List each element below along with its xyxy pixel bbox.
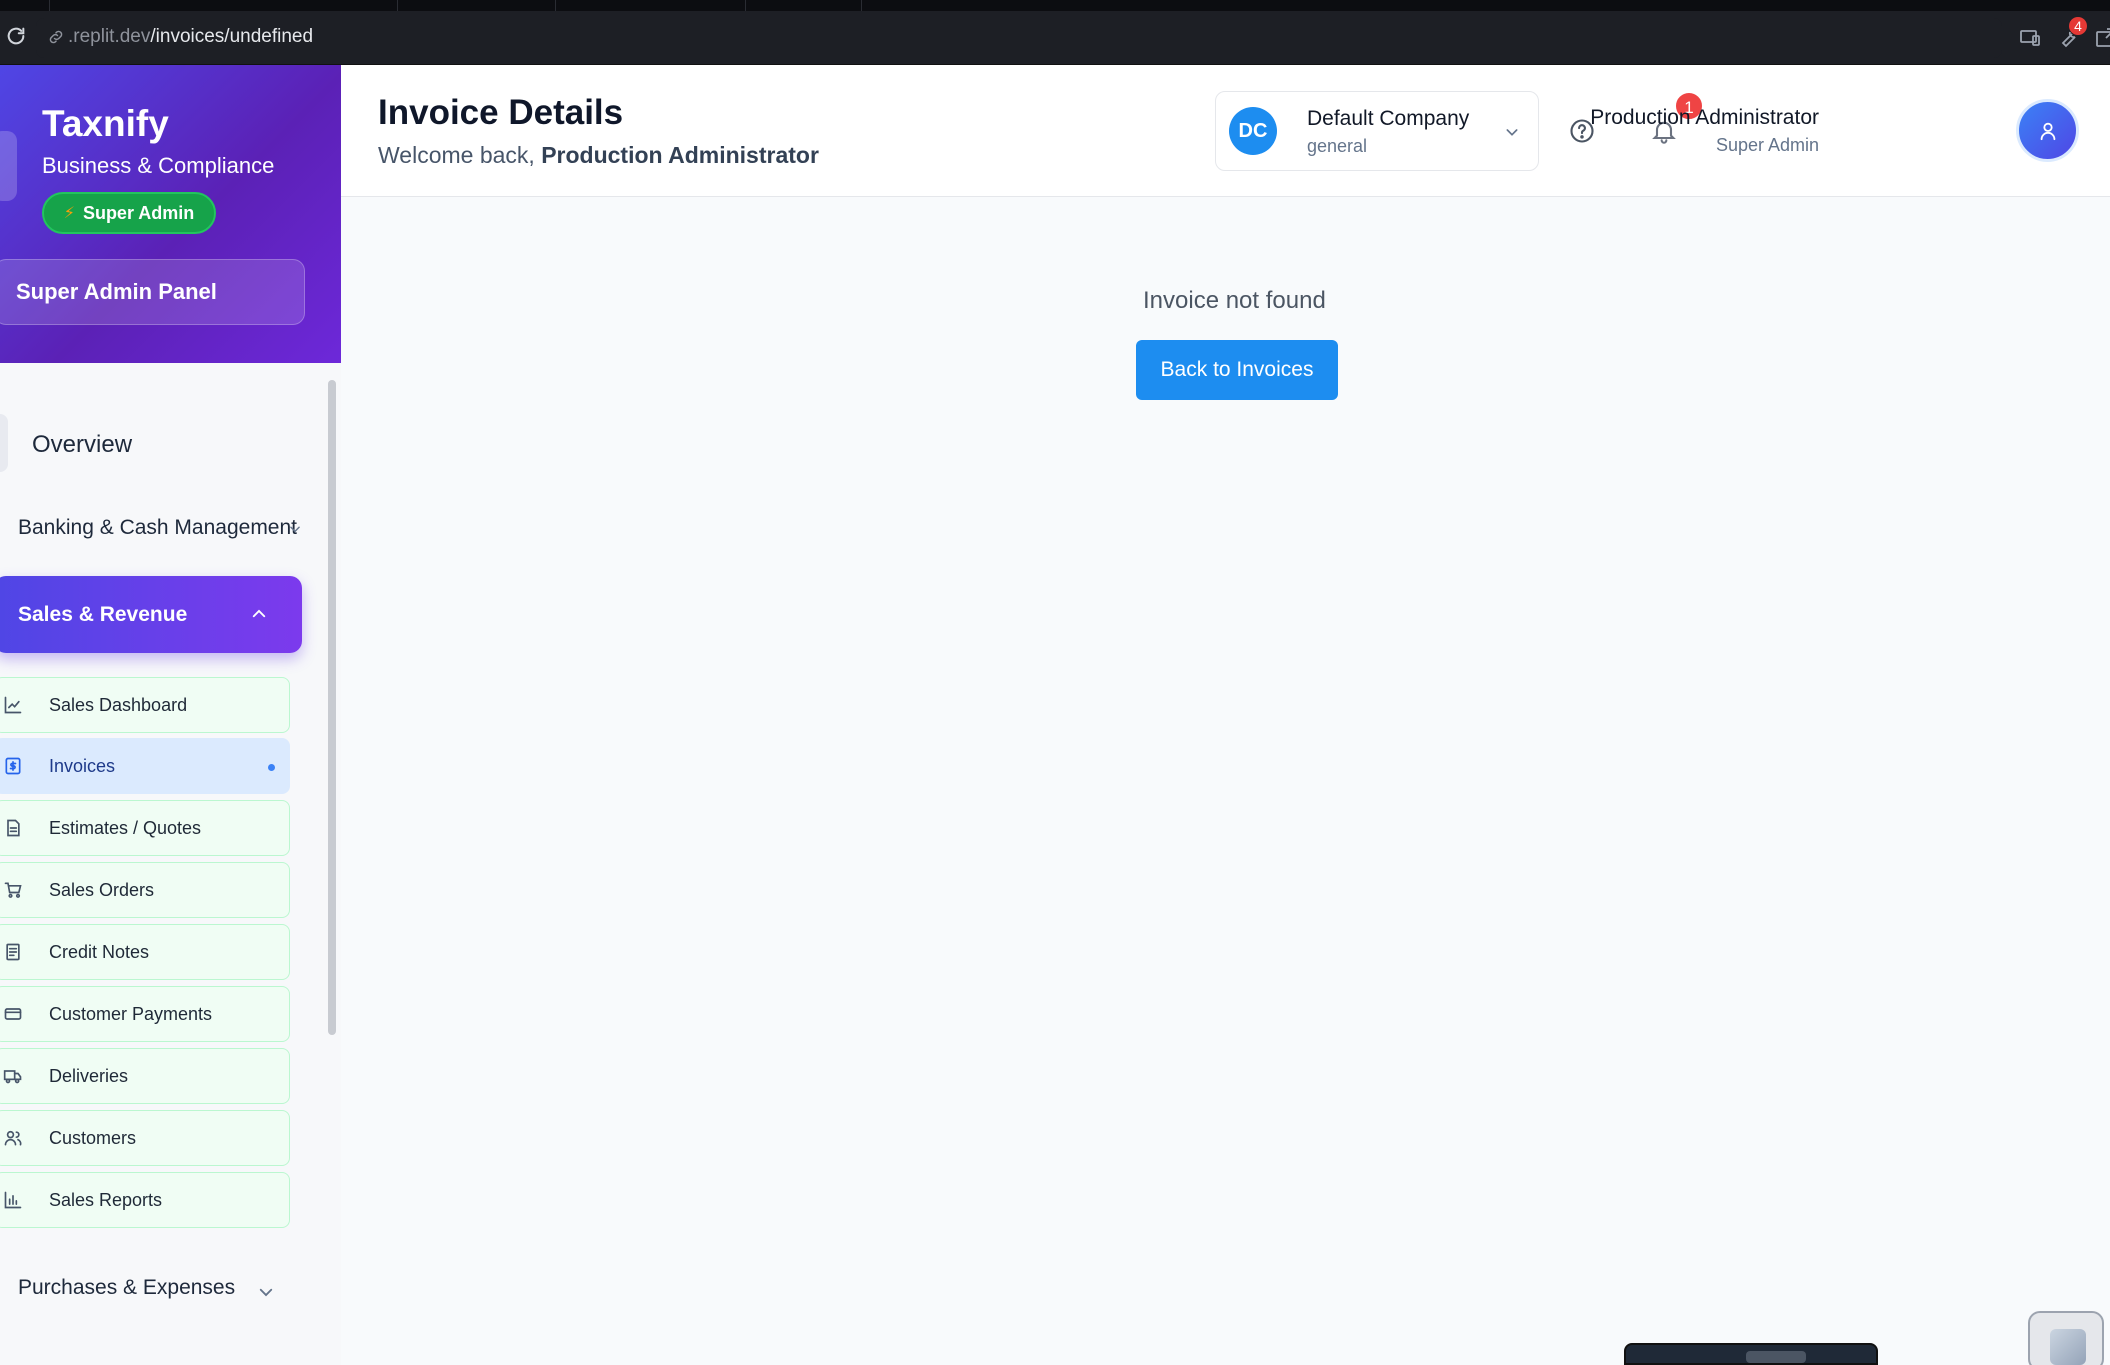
back-to-invoices-button[interactable]: Back to Invoices xyxy=(1136,340,1338,400)
super-admin-badge-label: Super Admin xyxy=(82,202,195,223)
url-text[interactable]: .replit.dev/invoices/undefined xyxy=(68,26,313,48)
floating-widget-button[interactable] xyxy=(2028,1311,2104,1365)
user-name: Production Administrator xyxy=(1590,106,1819,129)
brand-title: Taxnify xyxy=(42,103,169,144)
credit-card-icon xyxy=(4,1008,22,1020)
sidebar-scrollbar[interactable] xyxy=(328,380,336,1035)
sidebar-item-label: Customer Payments xyxy=(49,1004,213,1024)
widget-icon xyxy=(2050,1329,2086,1365)
super-admin-panel-button[interactable]: Super Admin Panel xyxy=(0,259,305,325)
not-found-message: Invoice not found xyxy=(1143,287,1326,314)
user-role: Super Admin xyxy=(1715,135,1819,155)
app-root: .replit.dev/invoices/undefined 4 Taxnify… xyxy=(0,0,2110,1365)
user-icon xyxy=(2040,122,2056,141)
company-selector[interactable]: DC Default Company general xyxy=(1215,91,1539,171)
sidebar-item-label: Estimates / Quotes xyxy=(49,818,202,838)
document-icon xyxy=(7,819,20,837)
devices-icon[interactable] xyxy=(2018,26,2042,50)
nav-sales-revenue[interactable]: Sales & Revenue xyxy=(0,576,302,653)
truck-icon xyxy=(3,1070,22,1084)
sidebar-item-label: Sales Dashboard xyxy=(49,695,188,715)
company-avatar: DC xyxy=(1229,107,1277,155)
users-icon xyxy=(4,1130,22,1146)
invoice-dollar-icon xyxy=(5,757,21,775)
sidebar-item-label: Sales Reports xyxy=(49,1190,163,1210)
brand-header: Taxnify Business & Compliance ⚡ Super Ad… xyxy=(0,65,341,363)
sidebar-item-sales-dashboard[interactable]: Sales Dashboard xyxy=(0,677,290,733)
browser-tab-strip xyxy=(0,0,2110,11)
brand-edge-tab[interactable] xyxy=(0,131,17,201)
chevron-down-icon xyxy=(290,526,300,533)
chevron-down-icon xyxy=(259,1288,273,1297)
floating-toolbar[interactable] xyxy=(1624,1343,1878,1365)
browser-tab[interactable] xyxy=(0,0,50,11)
browser-tab[interactable] xyxy=(556,0,746,11)
sidebar-item-label: Invoices xyxy=(49,756,116,776)
sidebar-item-credit-notes[interactable]: Credit Notes xyxy=(0,924,290,980)
browser-tab[interactable] xyxy=(746,0,862,11)
company-type: general xyxy=(1307,136,1368,156)
sidebar-item-customer-payments[interactable]: Customer Payments xyxy=(0,986,290,1042)
sidebar-item-deliveries[interactable]: Deliveries xyxy=(0,1048,290,1104)
url-domain: .replit.dev xyxy=(68,26,151,47)
welcome-prefix: Welcome back, xyxy=(378,142,535,168)
sidebar-item-label: Customers xyxy=(49,1128,137,1148)
chevron-down-icon xyxy=(1506,129,1518,136)
sidebar-item-label: Sales Orders xyxy=(49,880,155,900)
brand-subtitle: Business & Compliance xyxy=(42,153,275,178)
nav-banking[interactable]: Banking & Cash Management xyxy=(18,516,300,540)
page-title: Invoice Details xyxy=(378,93,624,132)
company-name: Default Company xyxy=(1307,107,1470,130)
chevron-up-icon xyxy=(252,609,266,618)
external-link-icon[interactable] xyxy=(2094,26,2110,50)
browser-tab[interactable] xyxy=(398,0,556,11)
bolt-icon: ⚡ xyxy=(63,205,75,222)
sidebar: Taxnify Business & Compliance ⚡ Super Ad… xyxy=(0,65,341,1365)
reload-icon[interactable] xyxy=(5,25,27,47)
nav-banking-label: Banking & Cash Management xyxy=(18,516,297,539)
nav-overview[interactable]: Overview xyxy=(32,431,132,459)
bar-chart-icon xyxy=(4,1191,22,1209)
active-dot xyxy=(268,764,275,771)
top-header: Invoice Details Welcome back, Production… xyxy=(341,65,2110,197)
sidebar-item-label: Credit Notes xyxy=(49,942,150,962)
super-admin-badge: ⚡ Super Admin xyxy=(42,192,216,234)
browser-url-bar: .replit.dev/invoices/undefined 4 xyxy=(0,11,2110,65)
toolbar-handle[interactable] xyxy=(1746,1351,1806,1363)
sidebar-item-sales-orders[interactable]: Sales Orders xyxy=(0,862,290,918)
link-icon xyxy=(49,30,63,44)
sidebar-item-invoices[interactable]: Invoices xyxy=(0,738,290,794)
welcome-text: Welcome back, Production Administrator xyxy=(378,142,819,169)
address-field[interactable] xyxy=(36,18,2002,58)
sidebar-item-label: Deliveries xyxy=(49,1066,129,1086)
nav-sales-revenue-label: Sales & Revenue xyxy=(18,603,188,626)
sidebar-item-estimates[interactable]: Estimates / Quotes xyxy=(0,800,290,856)
cart-icon xyxy=(4,882,22,898)
chart-line-icon xyxy=(4,696,22,714)
overview-indicator xyxy=(0,414,8,472)
url-path: /invoices/undefined xyxy=(150,26,314,47)
nav-purchases-label: Purchases & Expenses xyxy=(18,1276,236,1299)
sidebar-item-sales-reports[interactable]: Sales Reports xyxy=(0,1172,290,1228)
user-avatar[interactable] xyxy=(2016,99,2079,162)
browser-tab[interactable] xyxy=(50,0,398,11)
sidebar-item-customers[interactable]: Customers xyxy=(0,1110,290,1166)
extension-badge: 4 xyxy=(2069,17,2087,35)
receipt-icon xyxy=(6,943,20,961)
welcome-name: Production Administrator xyxy=(541,142,819,168)
nav-purchases[interactable]: Purchases & Expenses xyxy=(18,1276,273,1300)
